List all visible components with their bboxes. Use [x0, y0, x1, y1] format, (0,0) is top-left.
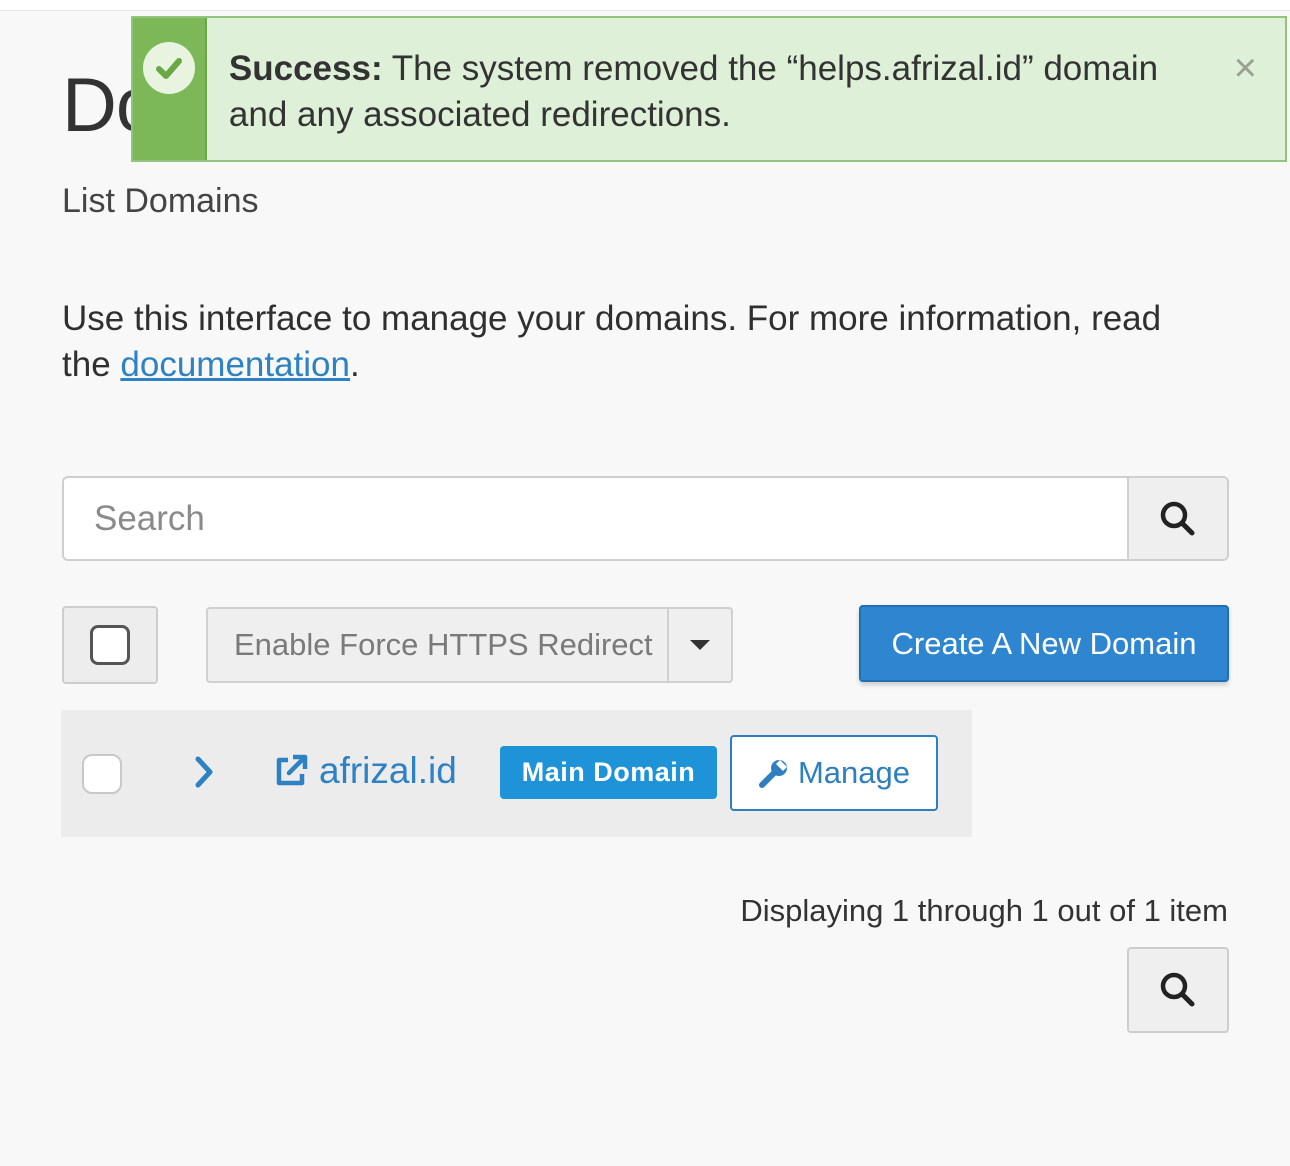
row-checkbox[interactable]: [82, 754, 122, 794]
search-bar: [62, 476, 1229, 561]
alert-icon-column: [133, 18, 207, 160]
main-domain-badge: Main Domain: [500, 746, 717, 799]
domain-name: afrizal.id: [319, 750, 457, 791]
manage-button[interactable]: Manage: [730, 735, 938, 811]
search-button[interactable]: [1127, 478, 1227, 559]
intro-end: .: [350, 345, 360, 384]
chevron-right-icon[interactable]: [193, 754, 215, 795]
bottom-search-button[interactable]: [1127, 947, 1229, 1033]
caret-down-icon: [690, 640, 710, 650]
alert-message: Success: The system removed the “helps.a…: [207, 18, 1285, 160]
top-strip: [0, 0, 1290, 11]
manage-label: Manage: [797, 755, 911, 790]
https-redirect-group: Enable Force HTTPS Redirect: [206, 607, 733, 683]
external-link-icon: [276, 754, 308, 786]
wrench-icon: [758, 760, 787, 788]
close-icon[interactable]: ×: [1234, 48, 1257, 88]
select-all-checkbox[interactable]: [62, 606, 158, 684]
intro-text: Use this interface to manage your domain…: [62, 296, 1202, 388]
https-dropdown-toggle[interactable]: [667, 609, 731, 681]
table-row: afrizal.id Main Domain Manage: [61, 710, 972, 837]
success-alert: Success: The system removed the “helps.a…: [131, 16, 1287, 162]
search-icon: [1160, 501, 1195, 535]
page-subtitle: List Domains: [62, 182, 259, 220]
search-input[interactable]: [64, 478, 1127, 559]
domain-link[interactable]: afrizal.id: [273, 750, 457, 792]
check-circle-icon: [142, 42, 195, 94]
checkbox-square: [90, 625, 130, 665]
enable-https-button[interactable]: Enable Force HTTPS Redirect: [208, 609, 667, 681]
alert-label: Success:: [228, 49, 383, 88]
create-domain-button[interactable]: Create A New Domain: [859, 605, 1229, 682]
search-icon: [1160, 972, 1195, 1007]
documentation-link[interactable]: documentation: [120, 345, 350, 384]
pagination-info: Displaying 1 through 1 out of 1 item: [740, 893, 1228, 928]
